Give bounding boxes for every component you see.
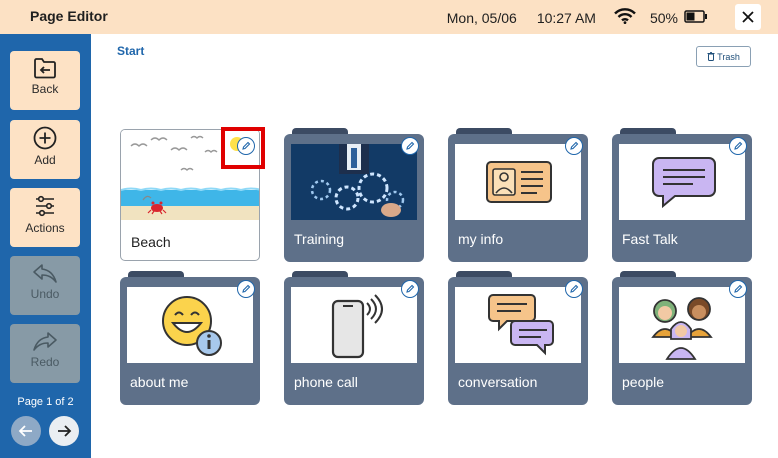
- breadcrumb[interactable]: Start: [117, 44, 144, 58]
- people-image: [619, 287, 745, 363]
- tile-label: Beach: [131, 234, 171, 250]
- sidebar: Back Add Actions Undo Redo Page 1 of 2: [0, 34, 91, 458]
- tile-label: about me: [130, 374, 189, 390]
- gears-image: [291, 144, 417, 220]
- redo-label: Redo: [30, 355, 60, 369]
- tile-label: phone call: [294, 374, 358, 390]
- actions-label: Actions: [25, 221, 65, 235]
- next-page-button[interactable]: [49, 416, 79, 446]
- tile-fast-talk[interactable]: Fast Talk: [612, 128, 752, 262]
- undo-label: Undo: [30, 287, 60, 301]
- tile-label: people: [622, 374, 665, 390]
- actions-button[interactable]: Actions: [10, 188, 80, 247]
- undo-button[interactable]: Undo: [10, 256, 80, 315]
- back-button[interactable]: Back: [10, 51, 80, 110]
- edit-button[interactable]: [565, 137, 583, 155]
- edit-button[interactable]: [401, 137, 419, 155]
- tile-about-me[interactable]: about me: [120, 271, 260, 405]
- edit-button[interactable]: [401, 280, 419, 298]
- battery-percent: 50%: [649, 9, 678, 26]
- tile-conversation[interactable]: conversation: [448, 271, 588, 405]
- pencil-icon: [406, 284, 415, 293]
- speech-bubble-image: [619, 144, 745, 220]
- tile-label: Fast Talk: [622, 231, 678, 247]
- close-icon: [742, 11, 754, 23]
- pencil-icon: [734, 284, 743, 293]
- sliders-icon: [36, 195, 54, 217]
- trash-button[interactable]: Trash: [696, 46, 751, 67]
- arrow-left-icon: [18, 425, 32, 437]
- plus-circle-icon: [33, 126, 57, 150]
- chat-bubbles-image: [455, 287, 581, 363]
- redo-button[interactable]: Redo: [10, 324, 80, 383]
- undo-icon: [33, 264, 57, 283]
- back-label: Back: [31, 82, 59, 96]
- previous-page-button[interactable]: [11, 416, 41, 446]
- pencil-icon: [242, 284, 251, 293]
- date-display: Mon, 05/06: [446, 9, 517, 26]
- pencil-icon: [570, 141, 579, 150]
- tile-phone-call[interactable]: phone call: [284, 271, 424, 405]
- tile-people[interactable]: people: [612, 271, 752, 405]
- pencil-icon: [734, 141, 743, 150]
- edit-button[interactable]: [729, 280, 747, 298]
- redo-icon: [33, 332, 57, 351]
- page-indicator: Page 1 of 2: [17, 396, 74, 408]
- tile-training[interactable]: Training: [284, 128, 424, 262]
- smiley-info-image: [127, 287, 253, 363]
- tile-label: Training: [294, 231, 345, 247]
- id-card-image: [455, 144, 581, 220]
- edit-button[interactable]: [237, 280, 255, 298]
- wifi-icon: [614, 8, 636, 27]
- edit-button[interactable]: [565, 280, 583, 298]
- battery-icon: [684, 9, 708, 26]
- tile-my-info[interactable]: my info: [448, 128, 588, 262]
- tile-label: conversation: [458, 374, 538, 390]
- back-folder-icon: [34, 58, 56, 79]
- close-button[interactable]: [735, 4, 761, 30]
- training-image: [291, 144, 417, 220]
- add-label: Add: [34, 153, 56, 167]
- phone-image: [291, 287, 417, 363]
- pencil-icon: [406, 141, 415, 150]
- highlight-box: [221, 127, 265, 169]
- pencil-icon: [570, 284, 579, 293]
- app-title: Page Editor: [30, 8, 108, 24]
- trash-icon: [707, 52, 715, 61]
- trash-label: Trash: [717, 51, 740, 62]
- status-area: Mon, 05/06 10:27 AM 50%: [447, 8, 708, 27]
- tile-label: my info: [458, 231, 504, 247]
- add-button[interactable]: Add: [10, 120, 80, 179]
- arrow-right-icon: [58, 425, 72, 437]
- top-bar: Page Editor Mon, 05/06 10:27 AM 50%: [0, 0, 778, 34]
- edit-button[interactable]: [729, 137, 747, 155]
- time-display: 10:27 AM: [536, 9, 596, 26]
